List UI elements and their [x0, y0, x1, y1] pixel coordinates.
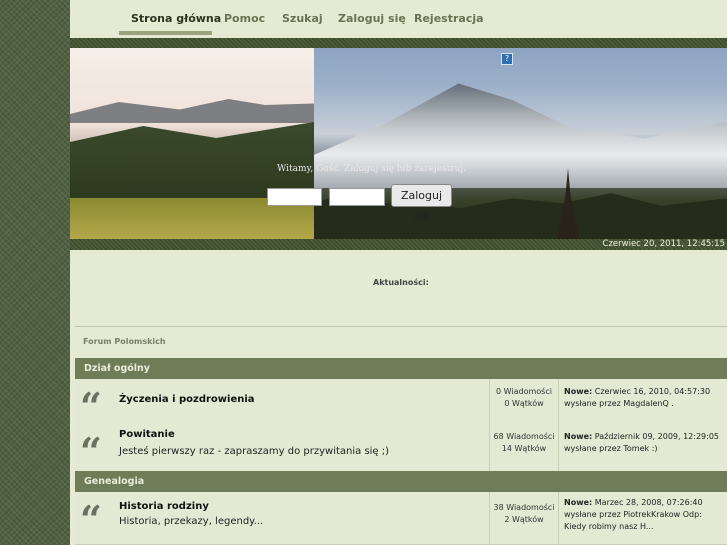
- board-row: “ Historia rodziny Historia, przekazy, l…: [75, 492, 727, 545]
- board-topics: 14 Wątków: [501, 444, 547, 453]
- board-posts: 68 Wiadomości: [493, 432, 555, 441]
- board-name[interactable]: Historia rodziny: [119, 501, 209, 512]
- nav-home[interactable]: Strona główna: [131, 12, 221, 25]
- nav-active-underline: [119, 31, 212, 35]
- quote-icon: “: [80, 497, 102, 542]
- board-stats: 68 Wiadomości 14 Wątków: [489, 424, 559, 472]
- board-posts: 0 Wiadomości: [496, 387, 552, 396]
- login-button[interactable]: Zaloguj się: [391, 184, 452, 223]
- breadcrumb[interactable]: Forum Polomskich: [83, 337, 166, 346]
- last-post-author[interactable]: wysłane przez MagdalenQ .: [564, 398, 724, 410]
- question-icon[interactable]: ?: [501, 53, 513, 65]
- last-post-date[interactable]: Marzec 28, 2008, 07:26:40: [595, 498, 703, 507]
- nav-help[interactable]: Pomoc: [224, 12, 265, 25]
- board-name[interactable]: Życzenia i pozdrowienia: [119, 394, 255, 405]
- board-topics: 2 Wątków: [504, 515, 544, 524]
- category-header[interactable]: Genealogia: [75, 471, 727, 492]
- quote-icon: “: [80, 384, 102, 429]
- board-stats: 0 Wiadomości 0 Wątków: [489, 379, 559, 427]
- last-post-label: Nowe:: [564, 387, 593, 396]
- date-bar: Czerwiec 20, 2011, 12:45:15: [70, 239, 727, 250]
- page: Strona główna Pomoc Szukaj Zaloguj się R…: [70, 0, 727, 545]
- last-post-author[interactable]: wysłane przez PiotrekKrakow Odp:: [564, 509, 724, 521]
- last-post-author[interactable]: wysłane przez Tomek :): [564, 443, 724, 455]
- last-post-topic[interactable]: Kiedy robimy nasz H...: [564, 521, 724, 533]
- username-input[interactable]: [267, 188, 322, 206]
- board-last-post: Nowe: Październik 09, 2009, 12:29:05 wys…: [564, 431, 724, 455]
- nav-login[interactable]: Zaloguj się: [338, 12, 406, 25]
- current-date: Czerwiec 20, 2011, 12:45:15: [602, 239, 725, 249]
- board-last-post: Nowe: Czerwiec 16, 2010, 04:57:30 wysłan…: [564, 386, 724, 410]
- board-stats: 38 Wiadomości 2 Wątków: [489, 492, 559, 545]
- last-post-date[interactable]: Październik 09, 2009, 12:29:05: [595, 432, 719, 441]
- board-posts: 38 Wiadomości: [493, 503, 555, 512]
- category-header[interactable]: Dział ogólny: [75, 358, 727, 379]
- banner-photo-right: [314, 48, 727, 239]
- nav-search[interactable]: Szukaj: [282, 12, 323, 25]
- board-topics: 0 Wątków: [504, 399, 544, 408]
- news-title: Aktualności:: [373, 278, 429, 287]
- board-name[interactable]: Powitanie: [119, 429, 175, 440]
- password-input[interactable]: [329, 188, 385, 206]
- top-nav: Strona główna Pomoc Szukaj Zaloguj się R…: [70, 0, 727, 38]
- nav-register[interactable]: Rejestracja: [414, 12, 484, 25]
- board-last-post: Nowe: Marzec 28, 2008, 07:26:40 wysłane …: [564, 497, 724, 533]
- quote-icon: “: [80, 429, 102, 474]
- board-description: Jesteś pierwszy raz - zapraszamy do przy…: [119, 446, 390, 457]
- welcome-text: Witamy, Gość. Zaloguj się lub zarejestru…: [277, 164, 467, 174]
- last-post-label: Nowe:: [564, 498, 593, 507]
- board-row: “ Życzenia i pozdrowienia 0 Wiadomości 0…: [75, 379, 727, 427]
- header-banner: ? Witamy, Gość. Zaloguj się lub zarejest…: [70, 48, 727, 239]
- board-row: “ Powitanie Jesteś pierwszy raz - zapras…: [75, 424, 727, 472]
- last-post-label: Nowe:: [564, 432, 593, 441]
- last-post-date[interactable]: Czerwiec 16, 2010, 04:57:30: [595, 387, 710, 396]
- banner-photo-left: [70, 48, 314, 239]
- divider: [75, 326, 727, 327]
- board-description: Historia, przekazy, legendy...: [119, 516, 264, 527]
